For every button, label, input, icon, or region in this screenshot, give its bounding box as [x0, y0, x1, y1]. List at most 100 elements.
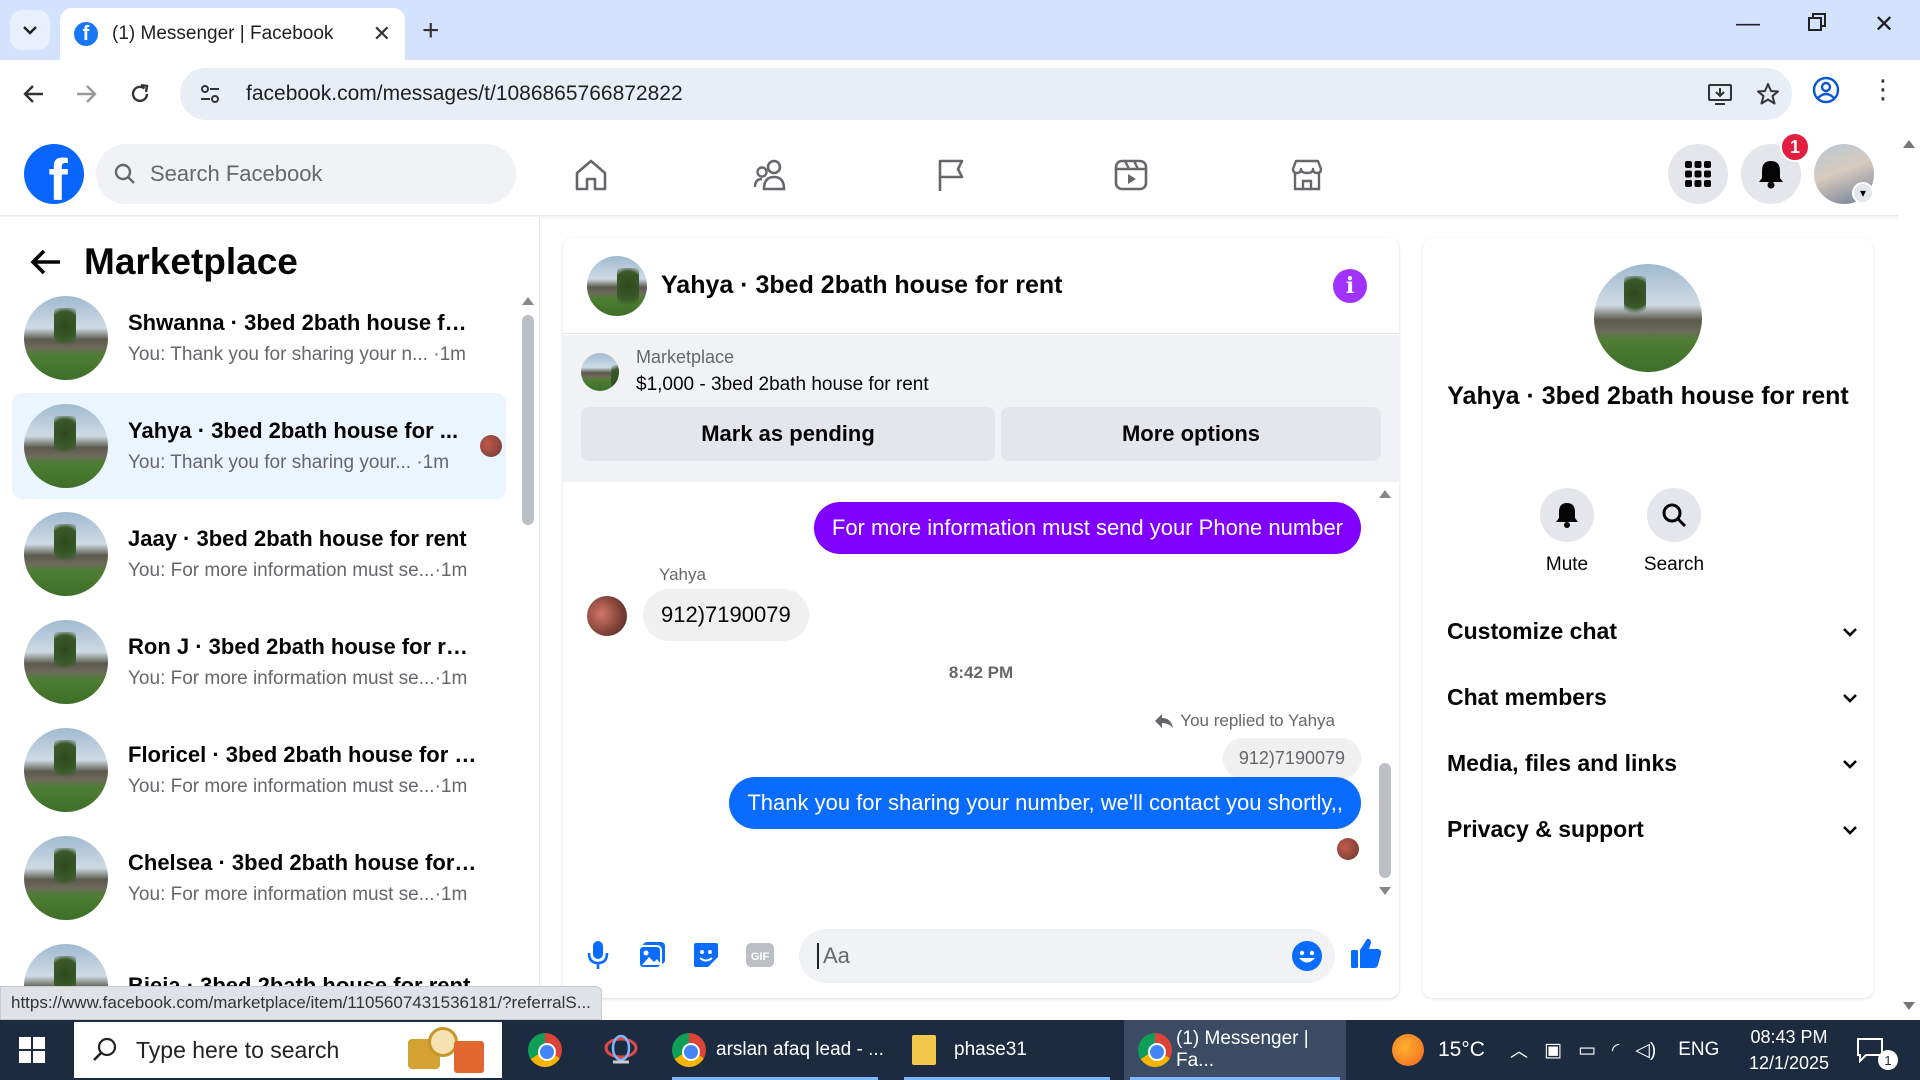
- notification-badge: 1: [1780, 132, 1810, 162]
- conversation-item[interactable]: Shwanna · 3bed 2bath house for... You: T…: [12, 285, 506, 391]
- thread-scrollbar-thumb[interactable]: [1379, 763, 1391, 878]
- new-tab-button[interactable]: +: [422, 14, 440, 48]
- browser-tab-messenger[interactable]: f (1) Messenger | Facebook ✕: [60, 8, 405, 60]
- incoming-message[interactable]: 912)7190079: [643, 589, 809, 641]
- device-icon[interactable]: ▣: [1544, 1039, 1562, 1062]
- conversation-info-icon[interactable]: i: [1333, 268, 1367, 303]
- back-arrow-icon[interactable]: [28, 244, 64, 280]
- chat-panel: Yahya · 3bed 2bath house for rent i Mark…: [563, 238, 1399, 998]
- listing-title[interactable]: $1,000 - 3bed 2bath house for rent: [636, 374, 929, 396]
- windows-taskbar: Type here to search arslan afaq lead - .…: [0, 1020, 1920, 1080]
- chat-avatar[interactable]: [587, 255, 647, 316]
- gif-icon[interactable]: GIF: [743, 938, 777, 972]
- wifi-icon[interactable]: ◜: [1612, 1039, 1619, 1062]
- taskbar-folder-phase31[interactable]: phase31: [898, 1020, 1116, 1080]
- reload-button[interactable]: [120, 74, 160, 114]
- close-tab-icon[interactable]: ✕: [373, 21, 391, 47]
- home-icon[interactable]: [566, 150, 616, 200]
- mark-as-pending-button[interactable]: Mark as pending: [581, 407, 995, 461]
- facebook-search-box[interactable]: [96, 144, 516, 204]
- action-center-button[interactable]: 1: [1856, 1020, 1898, 1080]
- clock[interactable]: 08:43 PM 12/1/2025: [1746, 1020, 1832, 1080]
- chevron-down-icon: [1843, 825, 1857, 835]
- install-app-icon[interactable]: [1696, 82, 1744, 106]
- thread-scroll-down-icon[interactable]: [1379, 887, 1391, 895]
- sticker-icon[interactable]: [689, 938, 723, 972]
- listing-thumbnail[interactable]: [581, 353, 619, 391]
- svg-text:GIF: GIF: [751, 951, 770, 963]
- marketplace-icon[interactable]: [1282, 150, 1332, 200]
- taskbar-chrome-window-arslan[interactable]: arslan afaq lead - ...: [666, 1020, 884, 1080]
- privacy-support-row[interactable]: Privacy & support: [1447, 816, 1857, 843]
- battery-icon[interactable]: ▭: [1578, 1039, 1596, 1062]
- microphone-icon[interactable]: [581, 938, 615, 972]
- friends-icon[interactable]: [746, 150, 796, 200]
- conversation-time: ·1m: [434, 776, 468, 797]
- chat-title[interactable]: Yahya · 3bed 2bath house for rent: [661, 271, 1333, 300]
- message-thread: For more information must send your Phon…: [563, 483, 1399, 909]
- more-options-button[interactable]: More options: [1001, 407, 1381, 461]
- list-scroll-up-icon[interactable]: [522, 297, 534, 305]
- outgoing-reply-message[interactable]: Thank you for sharing your number, we'll…: [729, 777, 1361, 829]
- conversation-item[interactable]: Jaay · 3bed 2bath house for rent You: Fo…: [12, 501, 506, 607]
- forward-button[interactable]: [66, 74, 106, 114]
- show-hidden-icons-chevron-icon[interactable]: ︿: [1510, 1037, 1528, 1063]
- taskbar-chrome-icon[interactable]: [522, 1020, 568, 1080]
- facebook-logo[interactable]: f: [24, 144, 84, 204]
- account-menu-chevron-icon[interactable]: ▾: [1852, 182, 1874, 204]
- search-in-conversation-button[interactable]: Search: [1624, 488, 1724, 576]
- restore-window-button[interactable]: [1797, 10, 1837, 38]
- close-window-button[interactable]: ✕: [1864, 10, 1904, 39]
- chat-members-row[interactable]: Chat members: [1447, 684, 1857, 711]
- minimize-window-button[interactable]: —: [1728, 10, 1768, 38]
- sender-name: Yahya: [659, 565, 706, 584]
- browser-menu-icon[interactable]: ⋮: [1870, 74, 1896, 105]
- watch-video-icon[interactable]: [1106, 150, 1156, 200]
- media-files-links-row[interactable]: Media, files and links: [1447, 750, 1857, 777]
- site-info-icon[interactable]: [190, 83, 230, 105]
- facebook-search-input[interactable]: [150, 161, 490, 187]
- language-indicator[interactable]: ENG: [1678, 1039, 1719, 1061]
- message-input[interactable]: [817, 943, 1257, 969]
- menu-grid-button[interactable]: [1668, 144, 1728, 204]
- outgoing-message[interactable]: For more information must send your Phon…: [813, 502, 1361, 554]
- conversation-name: Shwanna · 3bed 2bath house for...: [128, 310, 478, 335]
- seen-avatar: [480, 435, 502, 457]
- bell-icon: [1540, 488, 1594, 542]
- conversation-item-active[interactable]: Yahya · 3bed 2bath house for ... You: Th…: [12, 393, 506, 499]
- address-bar[interactable]: facebook.com/messages/t/1086865766872822: [180, 68, 1792, 120]
- message-timestamp: 8:42 PM: [948, 663, 1014, 682]
- weather-widget[interactable]: 15°C: [1392, 1020, 1485, 1080]
- page-scrollbar[interactable]: [1898, 130, 1920, 1020]
- thumbs-up-icon[interactable]: [1349, 936, 1383, 970]
- bookmark-star-icon[interactable]: [1744, 82, 1792, 106]
- details-avatar[interactable]: [1594, 264, 1702, 372]
- conversation-preview: You: Thank you for sharing your n...: [128, 344, 428, 365]
- customize-chat-row[interactable]: Customize chat: [1447, 618, 1857, 645]
- url-text[interactable]: facebook.com/messages/t/1086865766872822: [246, 82, 1696, 106]
- volume-icon[interactable]: ◁): [1635, 1039, 1656, 1062]
- scroll-up-arrow-icon[interactable]: [1903, 140, 1915, 148]
- marketplace-title: Marketplace: [84, 241, 298, 282]
- sender-avatar[interactable]: [587, 596, 627, 636]
- browser-profile-icon[interactable]: [1812, 76, 1840, 109]
- tab-search-dropdown-button[interactable]: [10, 10, 50, 50]
- taskbar-chrome-window-messenger[interactable]: (1) Messenger | Fa...: [1124, 1020, 1346, 1080]
- list-scrollbar-thumb[interactable]: [522, 315, 534, 525]
- emoji-icon[interactable]: [1291, 940, 1323, 972]
- windows-start-button[interactable]: [18, 1036, 46, 1069]
- thread-scroll-up-icon[interactable]: [1379, 490, 1391, 498]
- taskbar-search-box[interactable]: Type here to search: [74, 1022, 502, 1078]
- conversation-item[interactable]: Chelsea · 3bed 2bath house for r... You:…: [12, 825, 506, 931]
- taskbar-app-icon[interactable]: [598, 1020, 644, 1080]
- scroll-down-arrow-icon[interactable]: [1903, 1002, 1915, 1010]
- conversation-item[interactable]: Ron J · 3bed 2bath house for rent You: F…: [12, 609, 506, 715]
- reply-indicator-text: You replied to Yahya: [1180, 711, 1335, 730]
- message-input-box[interactable]: [799, 929, 1335, 983]
- quoted-message[interactable]: 912)7190079: [1222, 738, 1361, 779]
- back-button[interactable]: [14, 74, 54, 114]
- pages-flag-icon[interactable]: [926, 150, 976, 200]
- conversation-item[interactable]: Floricel · 3bed 2bath house for r... You…: [12, 717, 506, 823]
- mute-button[interactable]: Mute: [1517, 488, 1617, 576]
- photo-icon[interactable]: [635, 938, 669, 972]
